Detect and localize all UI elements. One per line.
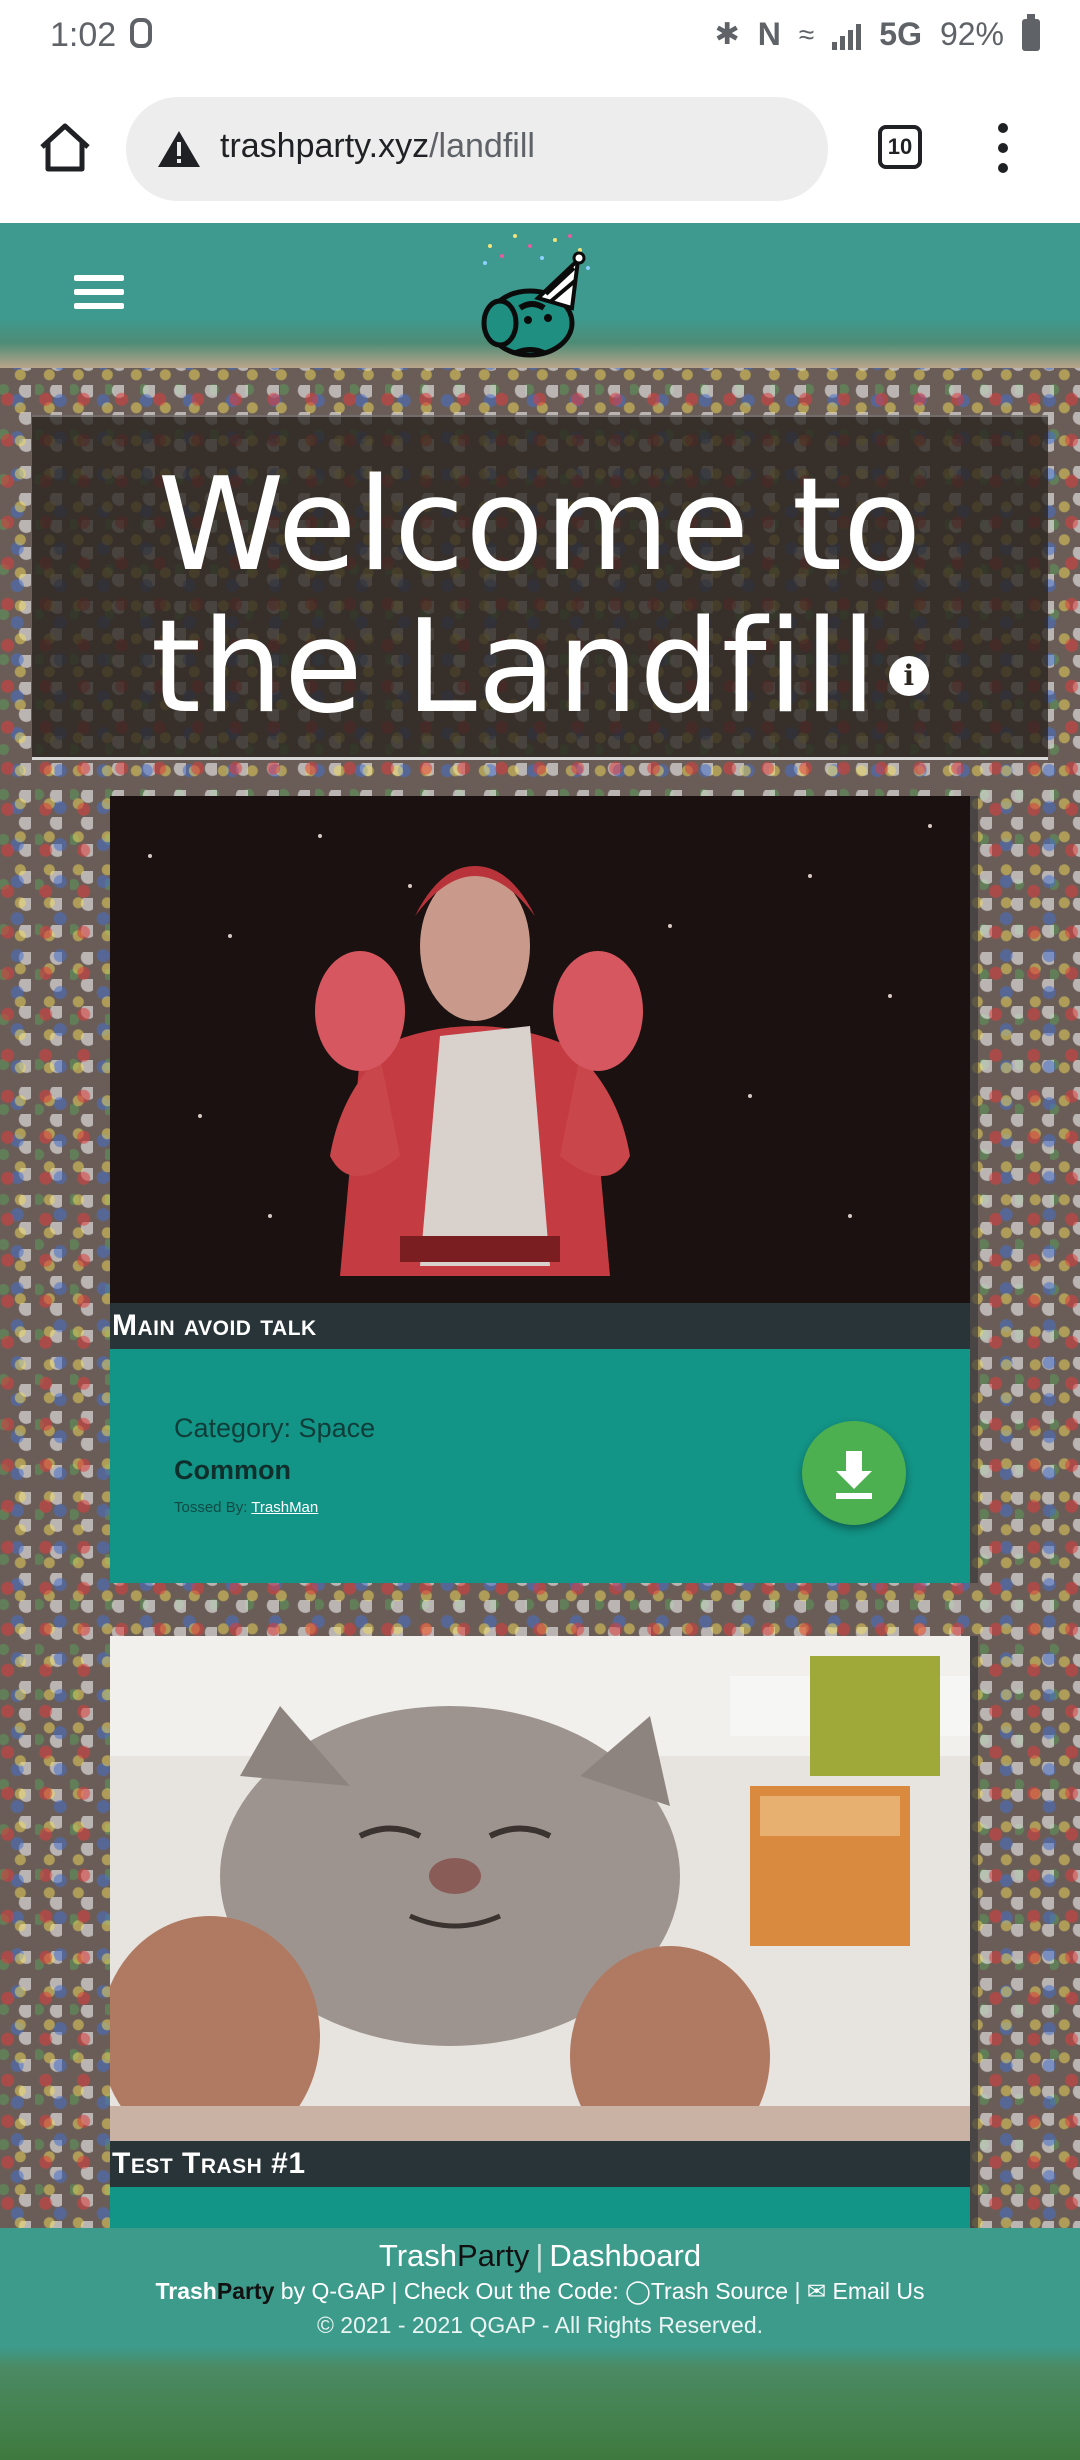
card-image[interactable] xyxy=(110,1636,970,2141)
battery-icon xyxy=(1022,13,1040,51)
footer-dashboard-link[interactable]: Dashboard xyxy=(549,2238,701,2273)
status-bar: 1:02 ✱ N ≈ 5G 92% xyxy=(0,0,1080,75)
status-right-group: ✱ N ≈ 5G 92% xyxy=(714,13,1040,53)
card-tossed-by: Tossed By: TrashMan xyxy=(174,1499,318,1516)
footer-separator: | xyxy=(535,2238,544,2273)
card-title: Test Trash #1 xyxy=(110,2141,970,2187)
url-text[interactable]: trashparty.xyz/landfill xyxy=(220,127,535,166)
tossed-by-user-link[interactable]: TrashMan xyxy=(251,1499,318,1516)
credit-brand: TrashParty xyxy=(155,2278,274,2304)
url-bar[interactable]: trashparty.xyz/landfill xyxy=(126,97,828,201)
page-content: Welcome to the Landfill i Main avoid talk… xyxy=(0,223,1080,2460)
bluetooth-icon: ✱ xyxy=(714,18,740,51)
network-type: 5G xyxy=(879,16,922,52)
card-image[interactable] xyxy=(110,796,970,1303)
site-header xyxy=(0,223,1080,368)
trash-source-link[interactable]: Trash Source xyxy=(651,2278,788,2304)
overflow-menu-icon[interactable] xyxy=(998,123,1010,183)
page-title: Welcome to the Landfill i xyxy=(32,455,1048,739)
status-time: 1:02 xyxy=(50,16,117,54)
credit-text: by Q-GAP | Check Out the Code: xyxy=(280,2278,619,2304)
page-title-text: Welcome to the Landfill xyxy=(150,451,923,742)
url-path: /landfill xyxy=(429,127,535,165)
github-icon: ◯ xyxy=(625,2278,651,2304)
brand-party: Party xyxy=(457,2238,530,2273)
watch-icon xyxy=(130,18,152,48)
hero-banner: Welcome to the Landfill i xyxy=(32,415,1048,760)
wifi-icon: ≈ xyxy=(798,18,815,50)
url-domain: trashparty.xyz xyxy=(220,127,430,165)
tossed-by-label: Tossed By: xyxy=(174,1499,248,1516)
battery-percent: 92% xyxy=(939,16,1004,52)
warning-icon[interactable] xyxy=(156,129,202,169)
signal-icon xyxy=(832,20,862,50)
tab-switcher-button[interactable]: 10 xyxy=(878,125,922,169)
brand-trash: Trash xyxy=(378,2238,457,2273)
party-raccoon-logo[interactable] xyxy=(460,228,610,368)
info-icon[interactable]: i xyxy=(889,655,930,696)
card-title: Main avoid talk xyxy=(110,1303,970,1349)
hamburger-menu-icon[interactable] xyxy=(74,275,124,317)
site-footer: TrashParty | Dashboard TrashParty by Q-GAP… xyxy=(0,2228,1080,2460)
credit-brand-party: Party xyxy=(216,2278,275,2304)
home-icon[interactable] xyxy=(36,119,94,177)
download-icon xyxy=(836,1451,872,1499)
email-us-link[interactable]: Email Us xyxy=(833,2278,925,2304)
footer-credit: TrashParty by Q-GAP | Check Out the Code… xyxy=(0,2278,1080,2305)
browser-toolbar: trashparty.xyz/landfill 10 xyxy=(0,75,1080,223)
card-rarity: Common xyxy=(174,1455,291,1485)
credit-brand-trash: Trash xyxy=(155,2278,217,2304)
footer-copyright: © 2021 - 2021 QGAP - All Rights Reserved… xyxy=(316,2312,764,2338)
nfc-icon: N xyxy=(757,16,781,52)
footer-brand-home-link[interactable]: TrashParty xyxy=(379,2238,529,2273)
card-category: Category: Space xyxy=(174,1413,376,1443)
trash-card[interactable]: Test Trash #1 xyxy=(110,1636,970,2236)
credit-divider: | xyxy=(794,2278,801,2304)
footer-brand-line: TrashParty | Dashboard xyxy=(0,2238,1080,2274)
envelope-icon: ✉ xyxy=(806,2278,827,2304)
trash-card[interactable]: Main avoid talk Category: Space Common T… xyxy=(110,796,970,1583)
card-body: Category: Space Common Tossed By: TrashM… xyxy=(110,1349,970,1583)
download-button[interactable] xyxy=(802,1421,906,1525)
